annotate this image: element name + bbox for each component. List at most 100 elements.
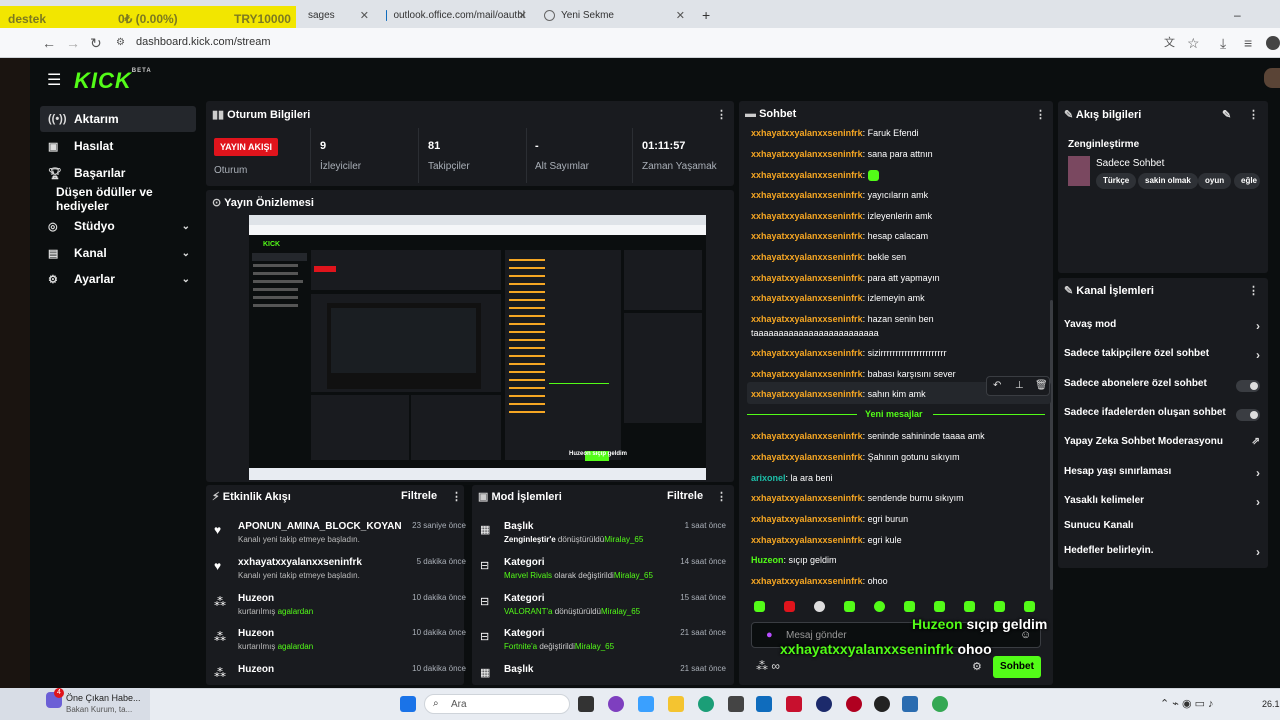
list-item[interactable]: ⁂ Huzeon kurtarılmış agalardan 10 dakika ön… xyxy=(214,591,466,625)
translate-icon[interactable]: 文 xyxy=(1164,34,1175,52)
emote-icon[interactable] xyxy=(844,601,855,612)
more-options-icon[interactable]: ⋮ xyxy=(451,490,462,503)
emote-icon[interactable] xyxy=(754,601,765,612)
tab-outlook[interactable]: outlook.office.com/mail/oauthl ✕ xyxy=(378,4,533,26)
emote-icon[interactable] xyxy=(904,601,915,612)
chat-message[interactable]: xxhayatxxyalanxxseninfrk: Faruk Efendi xyxy=(751,128,1041,138)
app-icon[interactable] xyxy=(874,696,890,712)
app-icon[interactable] xyxy=(786,696,802,712)
app-icon[interactable] xyxy=(846,696,862,712)
profile-avatar[interactable] xyxy=(1266,36,1280,50)
sidebar-item-aktarim[interactable]: ((•)) Aktarım xyxy=(40,106,196,132)
emote-icon[interactable] xyxy=(814,601,825,612)
chat-message[interactable]: xxhayatxxyalanxxseninfrk: xyxy=(751,170,1041,182)
list-item[interactable]: ♥ xxhayatxxyalanxxseninfrk Kanalı yeni tak… xyxy=(214,555,466,589)
emote-icon[interactable] xyxy=(1024,601,1035,612)
list-item[interactable]: ⊟ Kategori Fortnite'a değiştirildiMiralay_… xyxy=(480,626,726,660)
emote-icon[interactable] xyxy=(784,601,795,612)
chat-message[interactable]: xxhayatxxyalanxxseninfrk: sizirrrrrrrrrr… xyxy=(751,348,1041,358)
close-icon[interactable]: ✕ xyxy=(518,9,527,22)
sidebar-item-studyo[interactable]: ◎ Stüdyo ⌄ xyxy=(40,213,196,239)
copilot-icon[interactable] xyxy=(638,696,654,712)
banned-words-row[interactable]: Yasaklı kelimeler › xyxy=(1064,495,1260,515)
list-item[interactable]: ⊟ Kategori VALORANT'a dönüştürüldüMiralay_… xyxy=(480,591,726,625)
system-tray[interactable]: ⌃ ⌁ ◉ ▭ ♪ xyxy=(1160,697,1214,710)
tag-chip[interactable]: Türkçe xyxy=(1096,173,1137,189)
emote-icon[interactable] xyxy=(874,601,885,612)
emotes-only-toggle[interactable] xyxy=(1236,409,1260,421)
chat-message[interactable]: xxhayatxxyalanxxseninfrk: bekle sen xyxy=(751,252,1041,262)
activity-filter-button[interactable]: Filtrele xyxy=(401,490,437,502)
trash-icon[interactable]: 🗑︎ xyxy=(1035,380,1048,391)
chat-message[interactable]: xxhayatxxyalanxxseninfrk: para att yapma… xyxy=(751,273,1041,283)
reload-icon[interactable]: ↻ xyxy=(90,34,102,52)
more-options-icon[interactable]: ⋮ xyxy=(1035,108,1046,121)
app-icon[interactable] xyxy=(816,696,832,712)
chat-message[interactable]: xxhayatxxyalanxxseninfrk: seninde sahini… xyxy=(751,431,1041,441)
chat-message[interactable]: xxhayatxxyalanxxseninfrk: ohoo xyxy=(751,576,1041,586)
reading-list-icon[interactable]: ≡ xyxy=(1244,34,1252,52)
emotes-only-row[interactable]: Sadece ifadelerden oluşan sohbet xyxy=(1064,407,1260,427)
close-icon[interactable]: ✕ xyxy=(676,9,685,22)
more-options-icon[interactable]: ⋮ xyxy=(716,490,727,503)
sidebar-item-hasilat[interactable]: ▣ Hasılat xyxy=(40,133,196,159)
tag-chip[interactable]: oyun xyxy=(1198,173,1232,189)
pin-icon[interactable]: ⊥ xyxy=(1015,380,1024,391)
chat-message[interactable]: xxhayatxxyalanxxseninfrk: izlemeyin amk xyxy=(751,293,1041,303)
chat-message[interactable]: xxhayatxxyalanxxseninfrk: hesap calacam xyxy=(751,231,1041,241)
sidebar-item-basarilar[interactable]: 🏆︎ Başarılar xyxy=(40,160,196,186)
tab-messages[interactable]: sages ✕ xyxy=(300,4,375,26)
ai-moderation-row[interactable]: Yapay Zeka Sohbet Moderasyonu ⇗ xyxy=(1064,436,1260,456)
reply-icon[interactable]: ↶ xyxy=(993,380,1001,391)
chat-message[interactable]: Huzeon: sıçıp geldim xyxy=(751,555,1041,565)
subscribers-only-row[interactable]: Sadece abonelere özel sohbet xyxy=(1064,378,1260,398)
download-icon[interactable]: ⤓ xyxy=(1220,34,1226,52)
bookmark-star-icon[interactable]: ☆ xyxy=(1187,34,1200,52)
tab-new[interactable]: Yeni Sekme ✕ xyxy=(536,4,691,26)
back-icon[interactable]: ← xyxy=(42,34,56,52)
taskbar-search[interactable]: ⌕ Ara xyxy=(424,694,570,714)
sidebar-item-kanal[interactable]: ▤ Kanal ⌄ xyxy=(40,240,196,266)
microphone-icon[interactable]: ● xyxy=(766,629,773,641)
list-item[interactable]: ▦ Başlık Zenginleştir'e dönüştürüldüMirala… xyxy=(480,519,726,553)
list-item[interactable]: ⁂ Huzeon kurtarılmış agalardan 10 dakika ön… xyxy=(214,626,466,660)
news-widget[interactable]: 4 Öne Çıkan Habe... Bakan Kurum, ta... xyxy=(0,688,150,720)
more-options-icon[interactable]: ⋮ xyxy=(716,108,727,121)
more-options-icon[interactable]: ⋮ xyxy=(1248,284,1259,297)
forward-icon[interactable]: → xyxy=(66,34,80,52)
minimize-icon[interactable]: – xyxy=(1226,4,1249,26)
file-explorer-icon[interactable] xyxy=(668,696,684,712)
store-icon[interactable] xyxy=(728,696,744,712)
mod-filter-button[interactable]: Filtrele xyxy=(667,490,703,502)
chat-message[interactable]: xxhayatxxyalanxxseninfrk: egri burun xyxy=(751,514,1041,524)
points-icon[interactable]: ⁂ ∞ xyxy=(756,659,780,673)
slow-mode-row[interactable]: Yavaş mod › xyxy=(1064,319,1260,339)
app-icon[interactable] xyxy=(608,696,624,712)
chat-message[interactable]: xxhayatxxyalanxxseninfrk: izleyenlerin a… xyxy=(751,211,1041,221)
subscribers-only-toggle[interactable] xyxy=(1236,380,1260,392)
clock[interactable]: 26.12 xyxy=(1262,699,1280,709)
gear-icon[interactable]: ⚙ xyxy=(972,660,982,673)
edge-icon[interactable] xyxy=(698,696,714,712)
tag-chip[interactable]: eğle xyxy=(1234,173,1260,189)
more-options-icon[interactable]: ⋮ xyxy=(1248,108,1259,121)
edit-icon[interactable]: ✎ xyxy=(1222,108,1231,121)
chat-scrollbar[interactable] xyxy=(1050,300,1053,590)
followers-only-row[interactable]: Sadece takipçilere özel sohbet › xyxy=(1064,348,1260,368)
avatar[interactable] xyxy=(1264,68,1280,88)
chat-message[interactable]: arixonel: la ara beni xyxy=(751,473,1041,483)
account-age-row[interactable]: Hesap yaşı sınırlaması › xyxy=(1064,466,1260,486)
outlook-icon[interactable] xyxy=(756,696,772,712)
url-field[interactable]: dashboard.kick.com/stream xyxy=(136,36,271,48)
sidebar-item-ayarlar[interactable]: ⚙ Ayarlar ⌄ xyxy=(40,266,196,292)
tag-chip[interactable]: sakin olmak xyxy=(1138,173,1198,189)
windows-start-icon[interactable] xyxy=(400,696,416,712)
server-channel-row[interactable]: Sunucu Kanalı xyxy=(1064,520,1260,540)
emote-icon[interactable] xyxy=(994,601,1005,612)
kick-logo[interactable]: KICKBETA xyxy=(74,68,152,94)
task-view-icon[interactable] xyxy=(578,696,594,712)
chat-message[interactable]: xxhayatxxyalanxxseninfrk: yayıcıların am… xyxy=(751,190,1041,200)
site-info-icon[interactable]: ⚙ xyxy=(116,34,125,52)
chat-message[interactable]: xxhayatxxyalanxxseninfrk: Şahının gotunu… xyxy=(751,452,1041,462)
goals-row[interactable]: Hedefler belirleyin. › xyxy=(1064,545,1260,565)
